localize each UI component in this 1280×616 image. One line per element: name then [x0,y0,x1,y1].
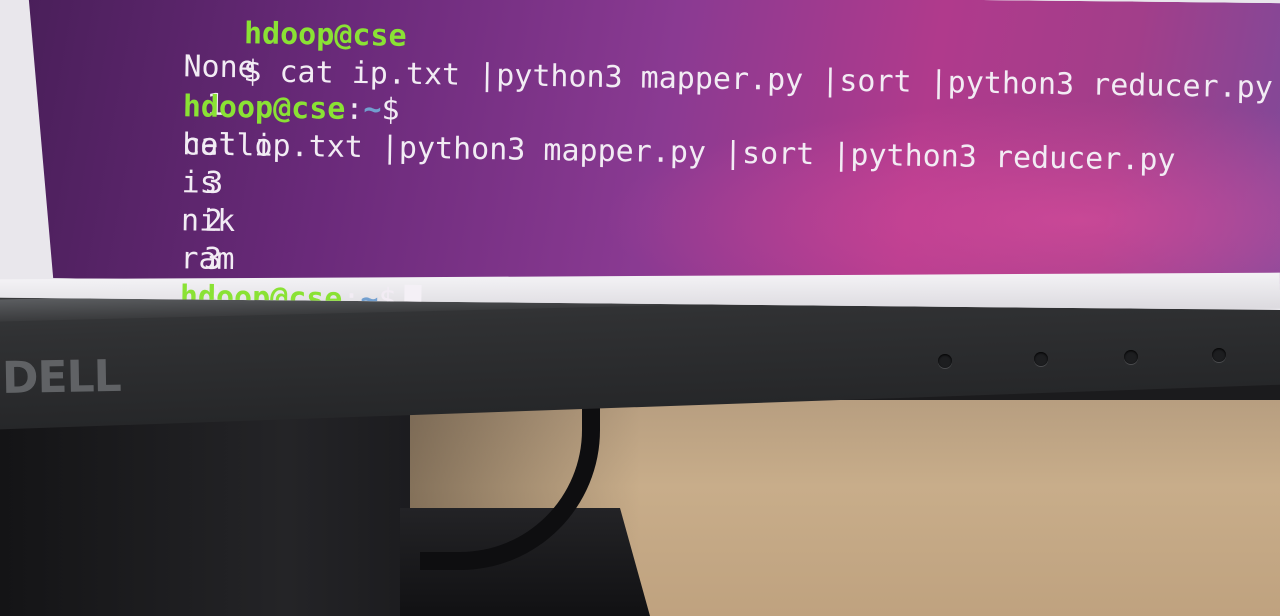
photo: DELL hdoop@cse $ cat ip.txt |python3 map… [0,0,1280,616]
prompt-colon: : [345,91,364,128]
dell-logo: DELL [1,350,122,405]
monitor-button[interactable] [1124,350,1138,364]
monitor-button[interactable] [1212,348,1226,362]
command-text: cat ip.txt |python3 mapper.py |sort |pyt… [181,127,1176,178]
monitor-button[interactable] [1034,352,1048,366]
prompt-user-host: hdoop@cse [243,16,407,54]
prompt-dollar: $ [381,92,400,128]
monitor-button[interactable] [938,354,952,368]
monitor-screen: hdoop@cse $ cat ip.txt |python3 mapper.p… [0,0,1280,310]
terminal-text: hdoop@cse $ cat ip.txt |python3 mapper.p… [36,0,1273,310]
monitor-stand [0,410,410,616]
prompt-path: ~ [363,92,382,128]
